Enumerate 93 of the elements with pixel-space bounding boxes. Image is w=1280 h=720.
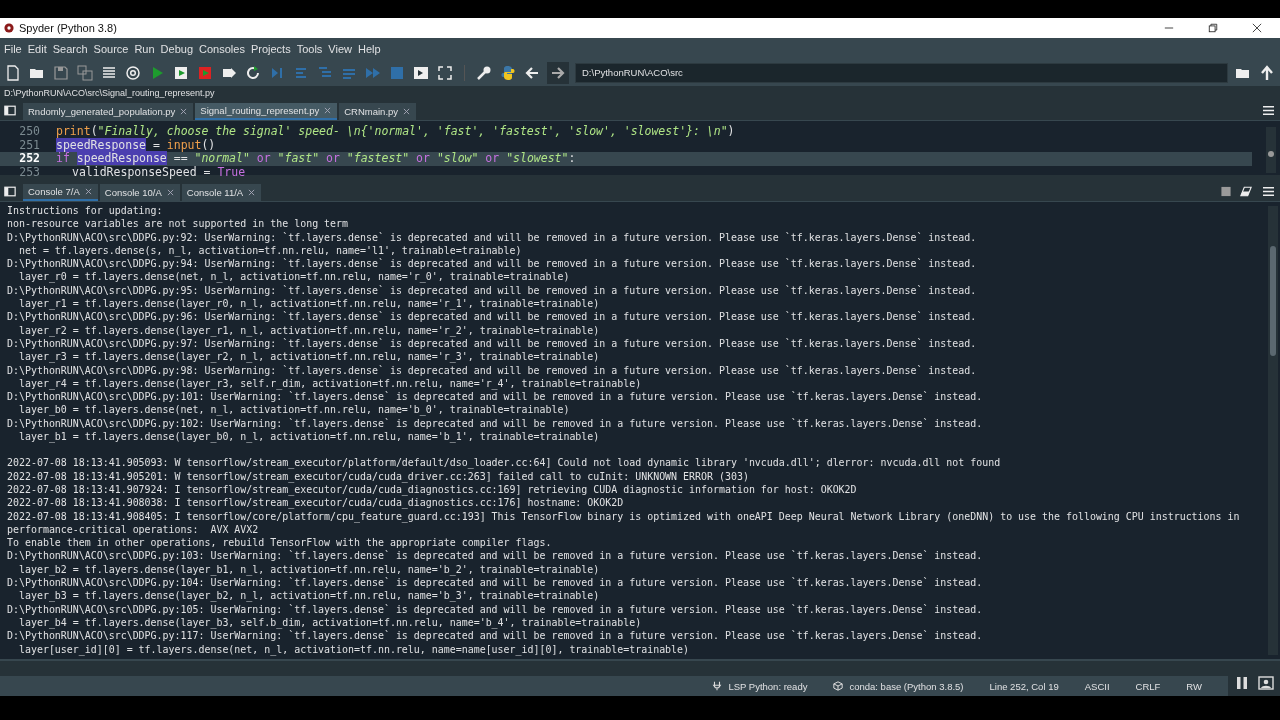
new-file-icon[interactable] [4,64,22,82]
run-cell-icon[interactable] [172,64,190,82]
scrollbar[interactable] [1266,127,1276,173]
console-line: D:\PythonRUN\ACO\src\DDPG.py:95: UserWarning: `tf.layers.dense` is deprecated and will be removed in a future version. Please use `tf.keras.layers.Dense` instead. [7,283,978,298]
console-line: D:\PythonRUN\ACO\src\DDPG.py:103: UserWarning: `tf.layers.dense` is deprecated and will be removed in a future version. Please use `tf.keras.layers.Dense` instead. [7,549,984,563]
console-tab[interactable]: Console 7/A [23,184,98,201]
menu-item[interactable]: Search [52,43,88,55]
browse-tabs-icon[interactable] [4,186,16,197]
line-endings: CRLF [1135,680,1161,692]
console-line: layer_b1 = tf.layers.dense(layer_b0, n_l, activation=tf.nn.relu, name='b_1', trainable=trainable) [17,430,601,444]
console-line: layer_r2 = tf.layers.dense(layer_r1, n_l, activation=tf.nn.relu, name='r_2', trainable=trainable) [17,323,601,337]
console-line: layer_b4 = tf.layers.dense(layer_b3, self.b_dim, activation=tf.nn.relu, name='b_4', trainable=trainable) [17,615,643,630]
console-line: layer_b0 = tf.layers.dense(net, n_l, activation=tf.nn.relu, name='b_0', trainable=trainable) [17,403,571,417]
file-mode: RW [1186,680,1202,692]
pause-icon[interactable] [1234,675,1250,691]
run-cell-advance-icon[interactable] [196,64,214,82]
up-arrow-icon[interactable] [1258,64,1276,82]
console-line: layer_b2 = tf.layers.dense(layer_b1, n_l, activation=tf.nn.relu, name='b_2', trainable=trainable) [17,562,601,576]
save-all-icon[interactable] [76,64,94,82]
directory-field[interactable]: D:\PythonRUN\ACO\src [575,63,1228,83]
console-line: 2022-07-08 18:13:41.908405: I tensorflow/core/platform/cpu_feature_guard.cc:193] This TensorFlow binary is optimized with oneAPI Deep Neural Network Library (oneDNN) to use the following CPU instructions in [7,509,1241,523]
menu-item[interactable]: Consoles [199,43,245,55]
cube-icon [833,681,844,691]
code-line: if speedResponse == "normal" or "fast" or "fastest" or "slow" or "slowest": [56,152,576,166]
menu-item[interactable]: Tools [296,43,323,55]
console-line: D:\PythonRUN\ACO\src\DDPG.py:105: UserWarning: `tf.layers.dense` is deprecated and will be removed in a future version. Please use `tf.keras.layers.Dense` instead. [7,602,984,616]
scrollbar[interactable] [1268,206,1278,655]
console-line: D:\PythonRUN\ACO\src\DDPG.py:92: UserWarning: `tf.layers.dense` is deprecated and will be removed in a future version. Please use `tf.keras.layers.Dense` instead. [7,230,978,244]
console-line: D:\PythonRUN\ACO\src\DDPG.py:101: UserWarning: `tf.layers.dense` is deprecated and will be removed in a future version. Please use `tf.keras.layers.Dense` instead. [7,390,984,404]
line-number: 250 [18,125,40,139]
console-tab[interactable]: Console 10/A [99,184,180,201]
console-line: D:\PythonRUN\ACO\src\DDPG.py:98: UserWarning: `tf.layers.dense` is deprecated and will be removed in a future version. Please use `tf.keras.layers.Dense` instead. [7,363,978,377]
menu-item[interactable]: File [4,43,22,55]
wrench-icon[interactable] [475,64,493,82]
restore-icon[interactable] [1208,23,1218,33]
code-line: validResponseSpeed = True [72,165,246,179]
console-tab[interactable]: Console 11/A [181,184,262,201]
rerun-icon[interactable] [244,64,262,82]
eraser-icon[interactable] [1240,186,1252,197]
window-title: Spyder (Python 3.8) [19,22,117,34]
close-icon[interactable] [1252,23,1262,33]
fullscreen-icon[interactable] [436,64,454,82]
editor-tab[interactable]: Signal_routing_represent.py [195,103,338,120]
menu-item[interactable]: View [328,43,352,55]
encoding: ASCII [1084,680,1110,692]
person-icon[interactable] [1258,675,1274,691]
menu-item[interactable]: Run [134,43,155,55]
browse-tabs-icon[interactable] [4,105,16,116]
console-line: 2022-07-08 18:13:41.908038: I tensorflow/stream_executor/cuda/cuda_diagnostics.cc:176] hostname: OKOK2D [7,496,625,510]
console-line: To enable them in other operations, rebuild TensorFlow with the appropriate compiler flags. [7,536,553,550]
lsp-status: LSP Python: ready [728,680,808,692]
menu-item[interactable]: Source [93,43,129,55]
code-line: speedResponse = input() [56,138,216,152]
console-line: D:\PythonRUN\ACO\src\DDPG.py:97: UserWarning: `tf.layers.dense` is deprecated and will be removed in a future version. Please use `tf.keras.layers.Dense` instead. [7,337,978,351]
console-line: D:\PythonRUN\ACO\src\DDPG.py:102: UserWarning: `tf.layers.dense` is deprecated and will be removed in a future version. Please use `tf.keras.layers.Dense` instead. [7,416,984,431]
menu-item[interactable]: Projects [250,43,291,55]
console-line: Instructions for updating: [7,204,164,218]
console-line: D:\PythonRUN\ACO\src\DDPG.py:104: UserWarning: `tf.layers.dense` is deprecated and will be removed in a future version. Please use `tf.keras.layers.Dense` instead. [7,576,984,590]
stop-icon[interactable] [1220,186,1232,197]
menu-icon[interactable] [1263,186,1274,197]
line-number: 253 [18,165,40,179]
editor-tab[interactable]: CRNmain.py [339,103,417,120]
maximize-pane-icon[interactable] [412,64,430,82]
console-line: net = tf.layers.dense(s, n_l, activation=tf.nn.relu, name='l1', trainable=trainable) [17,243,523,258]
menu-item[interactable]: Edit [27,43,47,55]
console-line: 2022-07-08 18:13:41.905201: W tensorflow/stream_executor/cuda/cuda_driver.cc:263] failed call to cuInit: UNKNOWN ERROR (303) [7,469,750,483]
console-line: 2022-07-08 18:13:41.905093: W tensorflow/stream_executor/platform/default/dso_loader.cc:64] Could not load dynamic library 'nvcuda.dll'; dlerror: nvcuda.dll not found [7,456,1002,470]
console-line: layer_r3 = tf.layers.dense(layer_r2, n_l, activation=tf.nn.relu, name='r_3', trainable=trainable) [17,350,601,364]
menu-item[interactable]: Debug [160,43,194,55]
menu-icon[interactable] [1263,105,1274,116]
console-line: layer_b3 = tf.layers.dense(layer_b2, n_l, activation=tf.nn.relu, name='b_3', trainable=trainable) [17,589,601,603]
file-path: D:\PythonRUN\ACO\src\Signal_routing_represent.py [4,88,215,98]
console-line: performance-critical operations: AVX AVX2 [7,523,260,537]
console-line: D:\PythonRUN\ACO\src\DDPG.py:117: UserWarning: `tf.layers.dense` is deprecated and will be removed in a future version. Please use `tf.keras.layers.Dense` instead. [7,629,984,643]
console-line: layer_r1 = tf.layers.dense(layer_r0, n_l, activation=tf.nn.relu, name='r_1', trainable=trainable) [17,297,601,311]
console-line: D:\PythonRUN\ACO\src\DDPG.py:94: UserWarning: `tf.layers.dense` is deprecated and will be removed in a future version. Please use `tf.keras.layers.Dense` instead. [7,257,978,271]
plug-icon [712,681,723,691]
python-icon[interactable] [499,64,517,82]
cursor-position: Line 252, Col 19 [989,680,1059,692]
console-line: layer[user_id][0] = tf.layers.dense(net, n_l, activation=tf.nn.relu, name=name[user_id][0], trainable=trainable) [17,642,691,656]
console-line: 2022-07-08 18:13:41.907924: I tensorflow/stream_executor/cuda/cuda_diagnostics.cc:169] retrieving CUDA diagnostic information for host: OKOK2D [7,483,858,497]
console-line: layer_r4 = tf.layers.dense(layer_r3, self.r_dim, activation=tf.nn.relu, name='r_4', trainable=trainable) [17,376,643,391]
line-number: 251 [18,138,40,152]
line-number: 252 [18,152,40,166]
save-icon[interactable] [52,64,70,82]
editor-tab[interactable]: Rndomly_generated_population.py [23,103,194,120]
console-line: non-resource variables are not supported in the long term [7,217,350,231]
conda-status: conda: base (Python 3.8.5) [849,680,964,692]
app-icon [4,23,14,33]
menu-item[interactable]: Help [358,43,381,55]
console-line: layer_r0 = tf.layers.dense(net, n_l, activation=tf.nn.relu, name='r_0', trainable=trainable) [17,270,571,284]
console-line: D:\PythonRUN\ACO\src\DDPG.py:96: UserWarning: `tf.layers.dense` is deprecated and will be removed in a future version. Please use `tf.keras.layers.Dense` instead. [7,310,978,324]
code-line: print("Finally, choose the signal' speed- \n{'normal', 'fast', 'fastest', 'slow', 'slowest'}: \n") [56,125,735,139]
